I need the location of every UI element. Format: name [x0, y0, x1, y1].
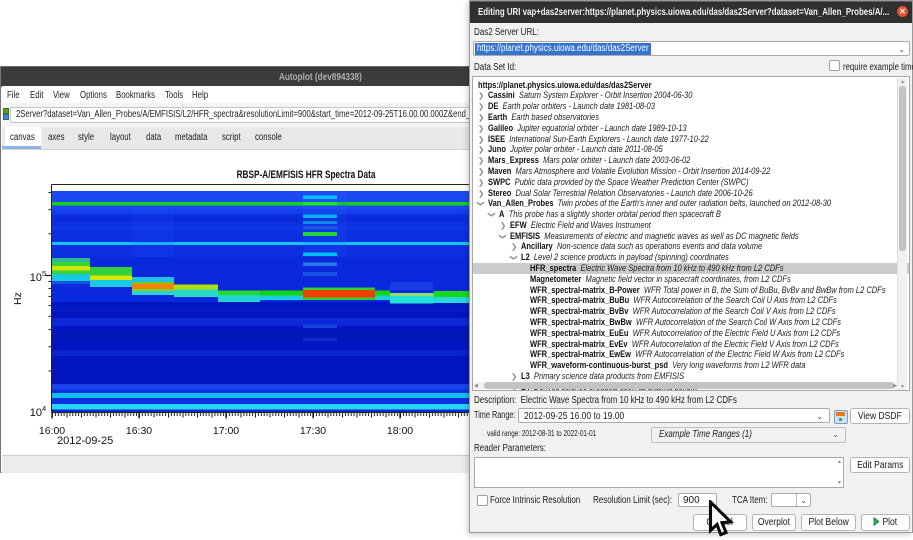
- svg-text:10: 10: [30, 272, 42, 284]
- svg-text:5: 5: [42, 269, 46, 278]
- svg-text:18:00: 18:00: [387, 425, 413, 437]
- svg-text:17:00: 17:00: [213, 425, 239, 437]
- svg-text:17:30: 17:30: [300, 425, 326, 437]
- svg-text:Hz: Hz: [12, 292, 24, 305]
- svg-text:RBSP-A/EMFISIS HFR Spectra Dat: RBSP-A/EMFISIS HFR Spectra Data: [237, 169, 376, 181]
- svg-text:2012-09-25: 2012-09-25: [57, 435, 113, 447]
- svg-text:10: 10: [30, 407, 42, 419]
- svg-text:4: 4: [42, 404, 46, 413]
- svg-text:16:30: 16:30: [126, 425, 152, 437]
